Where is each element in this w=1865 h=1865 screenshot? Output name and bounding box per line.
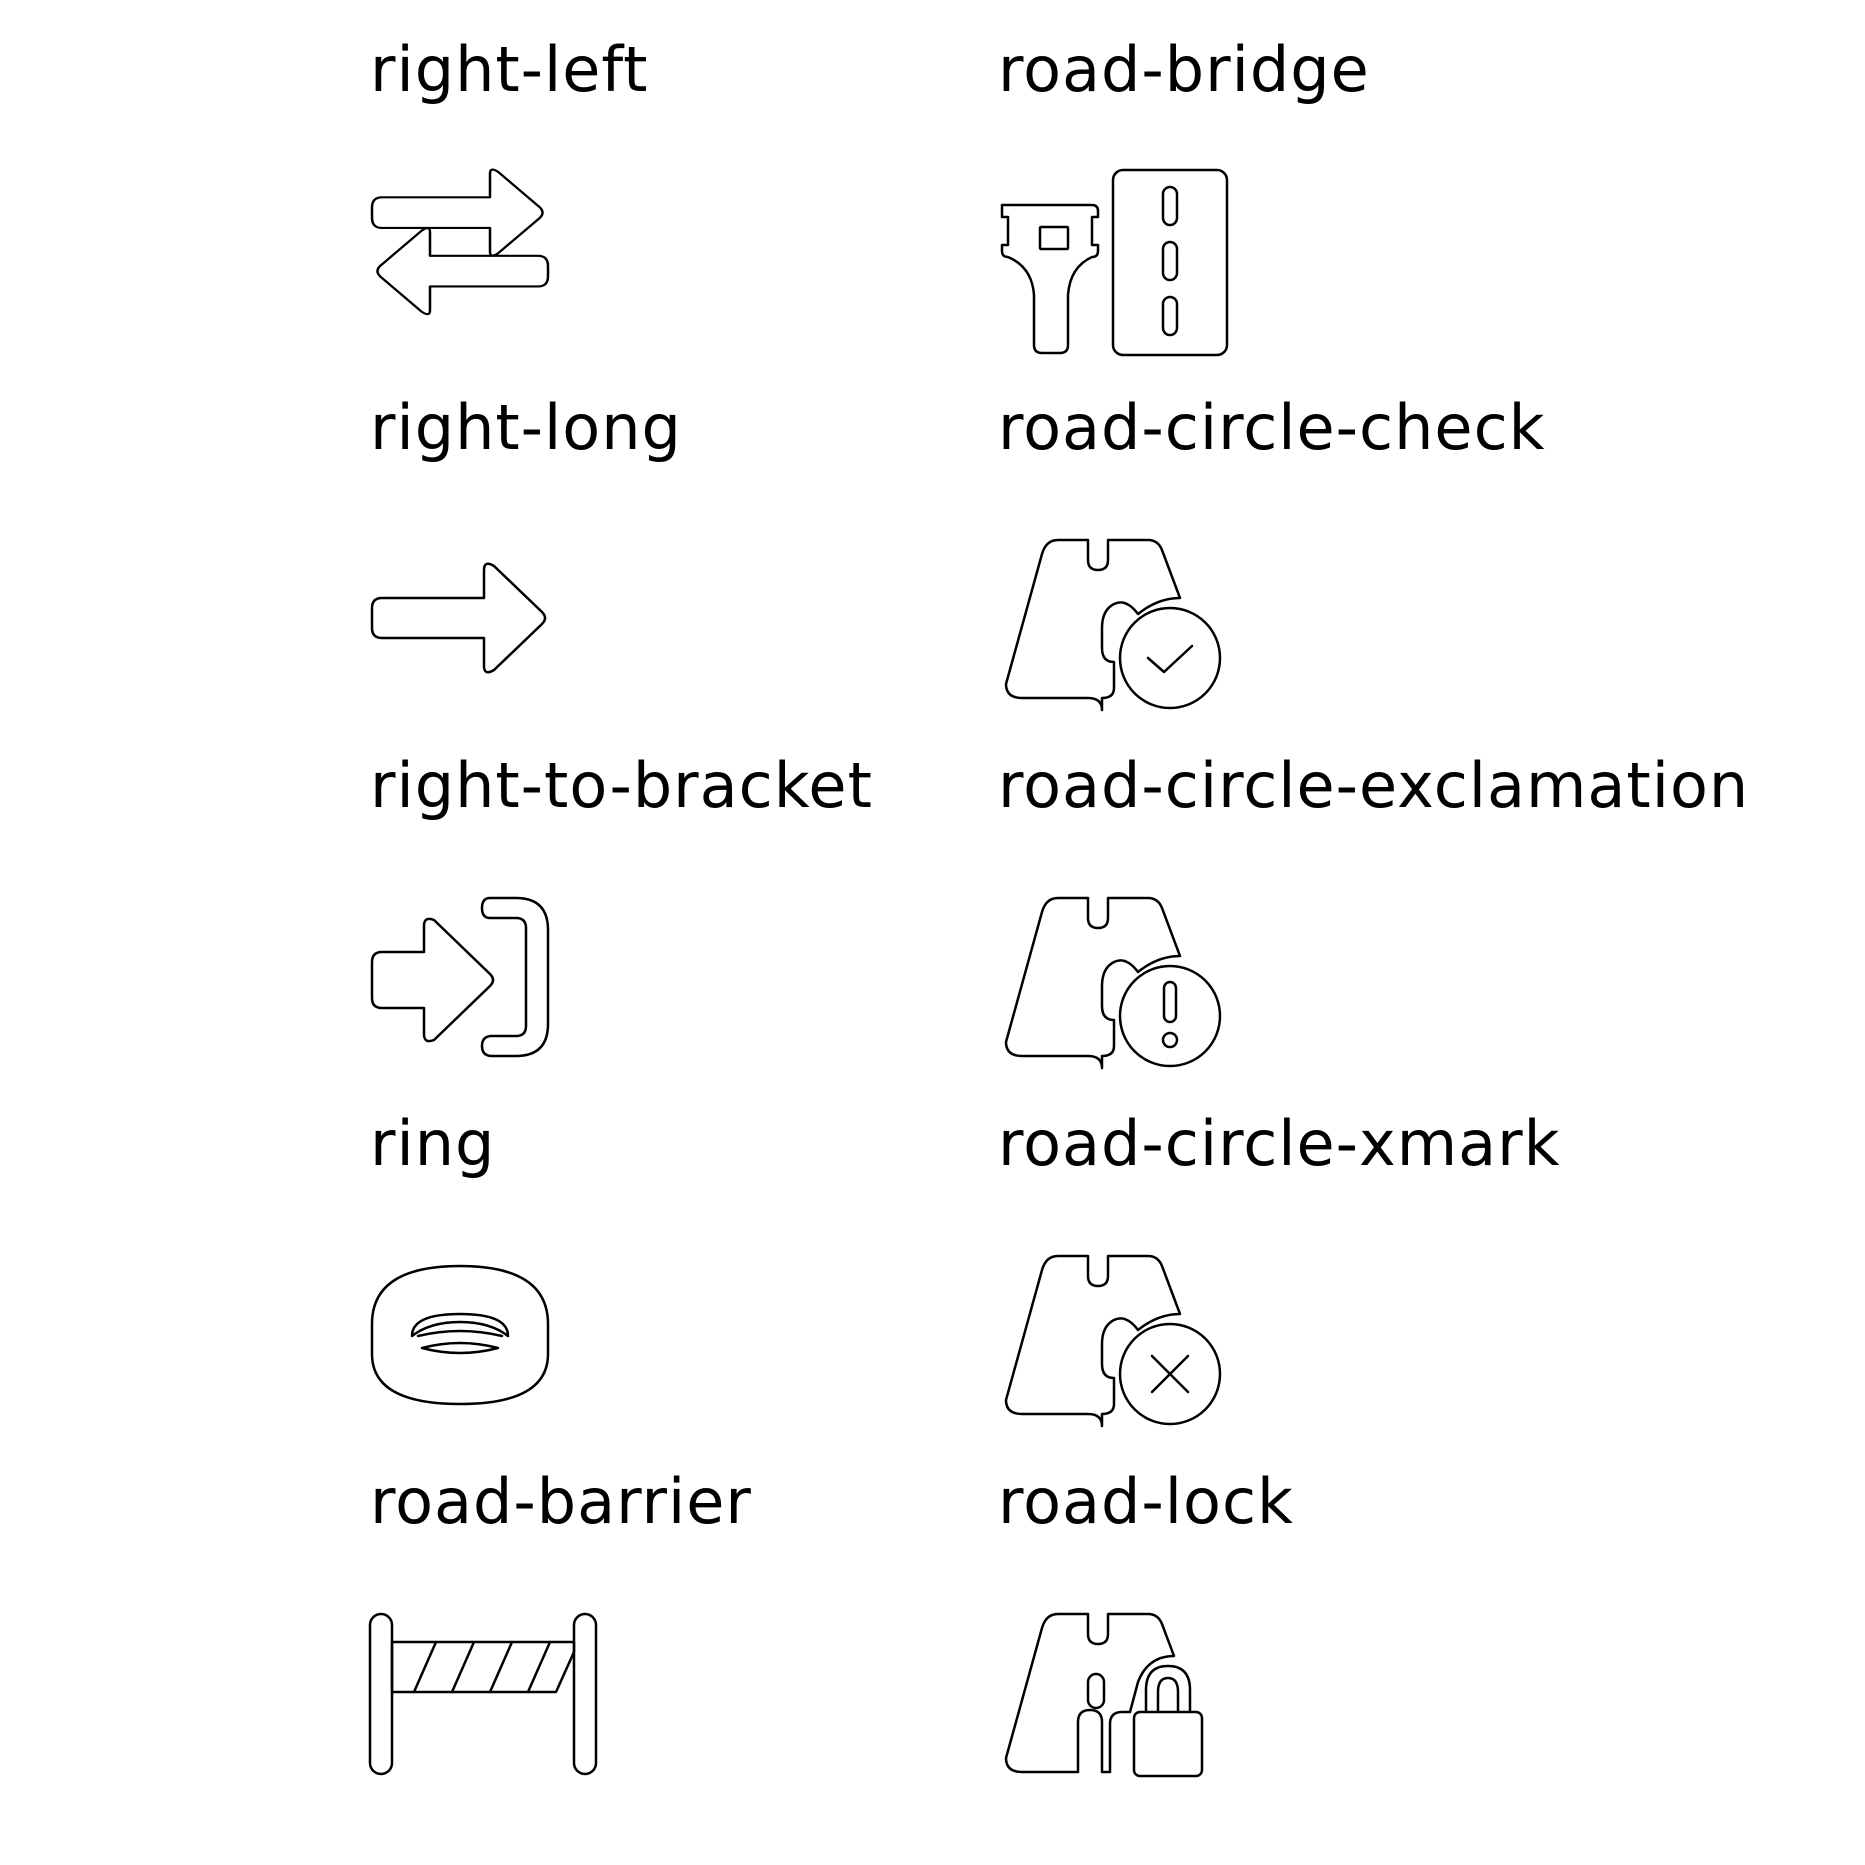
icon-label: ring <box>370 1107 496 1180</box>
road-barrier-icon <box>368 1612 670 1802</box>
icon-label: road-circle-xmark <box>998 1107 1561 1180</box>
road-circle-xmark-icon <box>998 1254 1298 1444</box>
right-to-bracket-icon <box>370 896 670 1086</box>
road-circle-check-icon <box>998 538 1298 728</box>
icon-label: road-barrier <box>370 1465 752 1538</box>
icon-label: road-bridge <box>998 33 1370 106</box>
icon-label: road-circle-exclamation <box>998 749 1750 822</box>
icon-cell-right-long: right-long <box>370 358 1090 708</box>
ring-icon <box>370 1264 670 1454</box>
right-left-icon <box>370 165 670 355</box>
road-circle-exclamation-icon <box>998 896 1298 1086</box>
icon-cell-road-lock: road-lock <box>998 1432 1718 1782</box>
icon-cell-road-circle-xmark: road-circle-xmark <box>998 1074 1718 1428</box>
icon-cell-right-to-bracket: right-to-bracket <box>370 716 1090 1066</box>
icon-cell-ring: ring <box>370 1074 1090 1424</box>
icon-cell-road-bridge: road-bridge <box>998 0 1718 357</box>
icon-cell-road-circle-exclamation: road-circle-exclamation <box>998 716 1748 1070</box>
icon-cell-road-barrier: road-barrier <box>368 1432 1090 1782</box>
road-bridge-icon <box>998 165 1298 357</box>
icon-label: right-long <box>370 391 682 464</box>
icon-cell-road-circle-check: road-circle-check <box>998 358 1718 712</box>
icon-label: right-to-bracket <box>370 749 873 822</box>
icon-label: road-lock <box>998 1465 1294 1538</box>
icon-label: right-left <box>370 33 649 106</box>
road-lock-icon <box>998 1612 1298 1802</box>
icon-label: road-circle-check <box>998 391 1546 464</box>
icon-cell-right-left: right-left <box>370 0 1090 350</box>
